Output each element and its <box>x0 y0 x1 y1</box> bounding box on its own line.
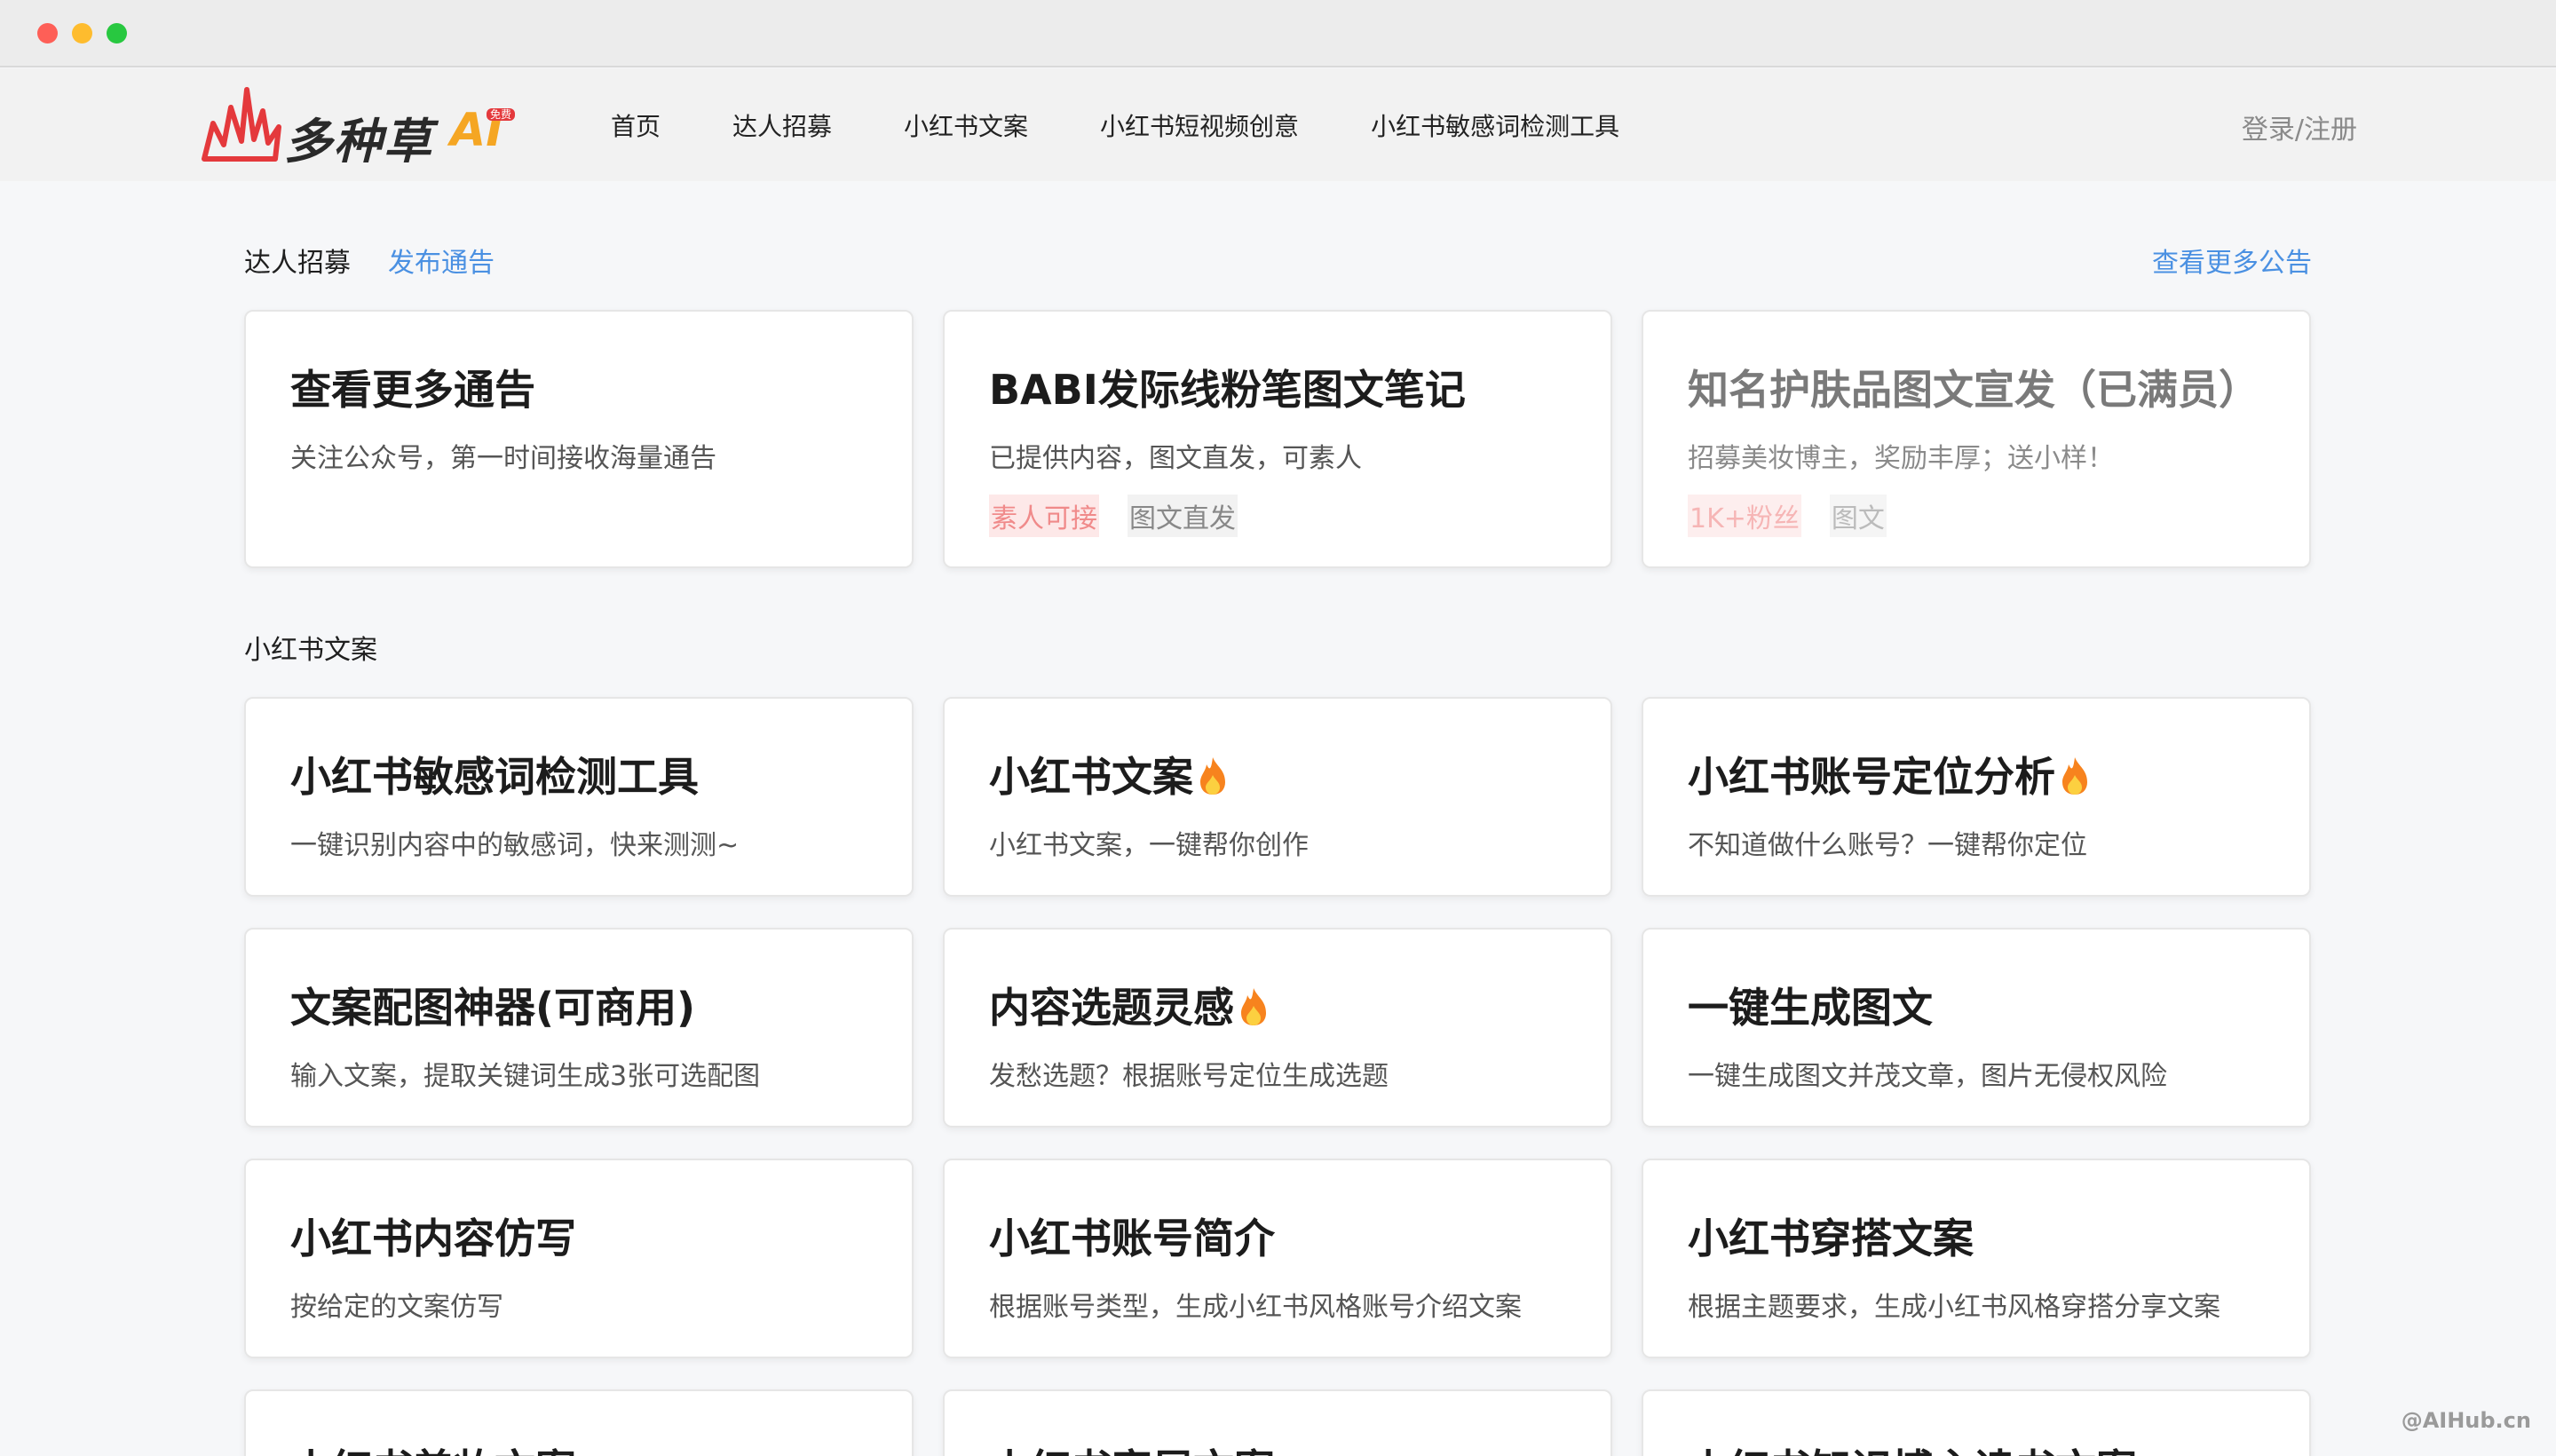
fire-icon <box>1200 757 1225 795</box>
logo-text: 多种草 <box>284 114 433 170</box>
card-desc: 发愁选题？根据账号定位生成选题 <box>989 1061 1389 1092</box>
card-title: 知名护肤品图文宣发（已满员） <box>1688 366 2259 414</box>
publish-notice-link[interactable]: 发布通告 <box>388 241 495 280</box>
recruit-card[interactable]: 查看更多通告 关注公众号，第一时间接收海量通告 <box>244 310 914 568</box>
card-title: 小红书穿搭文案 <box>1688 1215 1974 1262</box>
login-register-link[interactable]: 登录/注册 <box>2242 107 2357 146</box>
card-title: 小红书知识博主读书文案 <box>1688 1437 2309 1456</box>
tool-card[interactable]: 小红书内容仿写 按给定的文案仿写 <box>244 1159 914 1358</box>
card-desc: 根据账号类型，生成小红书风格账号介绍文案 <box>989 1292 1522 1323</box>
card-title: 小红书文案 <box>989 745 1610 803</box>
nav-copywriting[interactable]: 小红书文案 <box>904 107 1028 143</box>
card-desc: 输入文案，提取关键词生成3张可选配图 <box>290 1061 761 1092</box>
tag: 图文直发 <box>1128 495 1238 537</box>
tool-card[interactable]: 小红书美妆文案 <box>244 1389 914 1456</box>
view-more-notices-link[interactable]: 查看更多公告 <box>2152 241 2312 280</box>
tool-card[interactable]: 小红书知识博主读书文案 <box>1642 1389 2311 1456</box>
recruit-section-header: 达人招募 发布通告 查看更多公告 <box>244 238 2312 282</box>
card-tags: 素人可接 图文直发 <box>989 495 1610 537</box>
site-header: 多种草 AI 免费 首页 达人招募 小红书文案 小红书短视频创意 小红书敏感词检… <box>0 68 2556 181</box>
card-title: 小红书敏感词检测工具 <box>290 753 699 801</box>
card-desc: 一键识别内容中的敏感词，快来测测~ <box>290 830 740 861</box>
card-desc: 小红书文案，一键帮你创作 <box>989 830 1309 861</box>
card-desc: 已提供内容，图文直发，可素人 <box>989 443 1362 474</box>
card-title: 小红书账号定位分析 <box>1688 745 2309 803</box>
copy-section-title: 小红书文案 <box>244 635 377 666</box>
main-nav: 首页 达人招募 小红书文案 小红书短视频创意 小红书敏感词检测工具 <box>611 68 1691 181</box>
card-title: 小红书家居文案 <box>989 1437 1610 1456</box>
recruit-card[interactable]: 知名护肤品图文宣发（已满员） 招募美妆博主，奖励丰厚；送小样！ 1K+粉丝 图文 <box>1642 310 2311 568</box>
site-logo[interactable]: 多种草 AI 免费 <box>197 81 517 170</box>
card-title: 内容选题灵感 <box>989 976 1610 1034</box>
fire-icon <box>2062 757 2087 795</box>
card-title: 小红书账号简介 <box>989 1215 1275 1262</box>
tool-card[interactable]: 一键生成图文 一键生成图文并茂文章，图片无侵权风险 <box>1642 928 2311 1128</box>
nav-home[interactable]: 首页 <box>611 107 661 143</box>
copy-section-header: 小红书文案 <box>244 625 2312 669</box>
card-title: 小红书美妆文案 <box>290 1437 912 1456</box>
card-desc: 按给定的文案仿写 <box>290 1292 503 1323</box>
card-title: 文案配图神器(可商用) <box>290 984 696 1032</box>
tool-card[interactable]: 小红书家居文案 <box>943 1389 1612 1456</box>
tool-card[interactable]: 小红书穿搭文案 根据主题要求，生成小红书风格穿搭分享文案 <box>1642 1159 2311 1358</box>
card-desc: 招募美妆博主，奖励丰厚；送小样！ <box>1688 443 2114 474</box>
card-title: BABI发际线粉笔图文笔记 <box>989 366 1466 414</box>
tool-card[interactable]: 文案配图神器(可商用) 输入文案，提取关键词生成3张可选配图 <box>244 928 914 1128</box>
tool-card[interactable]: 小红书文案 小红书文案，一键帮你创作 <box>943 697 1612 897</box>
minimize-window-button[interactable] <box>72 23 92 44</box>
recruit-card[interactable]: BABI发际线粉笔图文笔记 已提供内容，图文直发，可素人 素人可接 图文直发 <box>943 310 1612 568</box>
nav-sensitive-words[interactable]: 小红书敏感词检测工具 <box>1371 107 1619 143</box>
tool-card[interactable]: 小红书账号简介 根据账号类型，生成小红书风格账号介绍文案 <box>943 1159 1612 1358</box>
tag: 素人可接 <box>989 495 1099 537</box>
tool-card[interactable]: 小红书账号定位分析 不知道做什么账号？一键帮你定位 <box>1642 697 2311 897</box>
card-desc: 关注公众号，第一时间接收海量通告 <box>290 443 716 474</box>
card-desc: 不知道做什么账号？一键帮你定位 <box>1688 830 2087 861</box>
tool-card[interactable]: 小红书敏感词检测工具 一键识别内容中的敏感词，快来测测~ <box>244 697 914 897</box>
tag: 图文 <box>1829 495 1887 537</box>
recruit-section-title: 达人招募 <box>244 248 351 279</box>
tool-card[interactable]: 内容选题灵感 发愁选题？根据账号定位生成选题 <box>943 928 1612 1128</box>
card-title: 一键生成图文 <box>1688 984 1933 1032</box>
card-title: 查看更多通告 <box>290 366 535 414</box>
close-window-button[interactable] <box>37 23 58 44</box>
card-title: 小红书内容仿写 <box>290 1215 576 1262</box>
window-titlebar <box>0 0 2556 67</box>
nav-video-ideas[interactable]: 小红书短视频创意 <box>1100 107 1299 143</box>
logo-badge: 免费 <box>487 108 516 121</box>
tag: 1K+粉丝 <box>1688 495 1801 537</box>
watermark: @AIHub.cn <box>2401 1408 2531 1433</box>
fire-icon <box>1241 988 1266 1025</box>
grass-logo-icon <box>202 87 281 162</box>
maximize-window-button[interactable] <box>107 23 127 44</box>
card-desc: 根据主题要求，生成小红书风格穿搭分享文案 <box>1688 1292 2220 1323</box>
card-desc: 一键生成图文并茂文章，图片无侵权风险 <box>1688 1061 2167 1092</box>
card-tags: 1K+粉丝 图文 <box>1688 495 2309 537</box>
nav-recruit[interactable]: 达人招募 <box>732 107 832 143</box>
